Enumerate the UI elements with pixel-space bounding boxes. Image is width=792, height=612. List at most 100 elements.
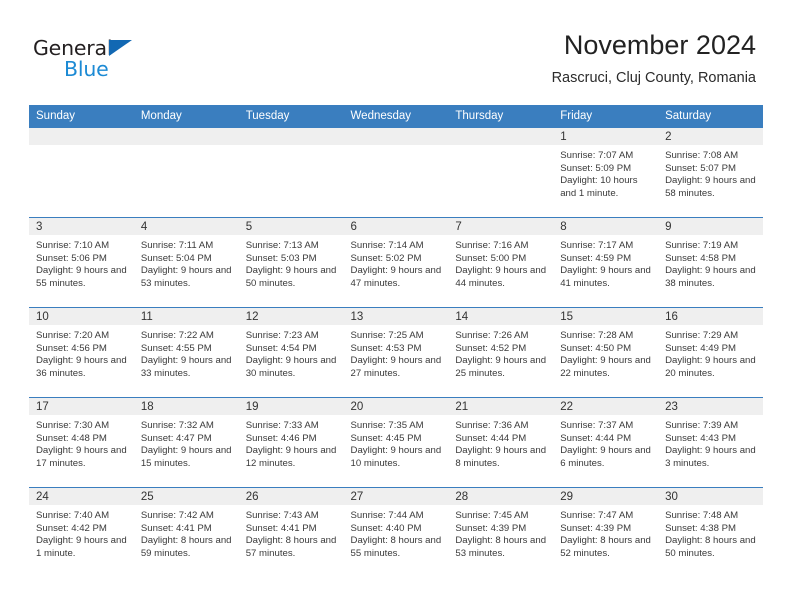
sunset-text: Sunset: 4:58 PM xyxy=(665,252,736,264)
day-cell[interactable]: 27 Sunrise: 7:44 AM Sunset: 4:40 PM Dayligh… xyxy=(343,487,449,578)
sunrise-text: Sunrise: 7:25 AM xyxy=(350,330,424,341)
sunset-text: Sunset: 4:43 PM xyxy=(665,432,736,444)
day-cell[interactable]: 18 Sunrise: 7:32 AM Sunset: 4:47 PM Dayligh… xyxy=(133,397,239,488)
day-cell[interactable]: 6 Sunrise: 7:14 AM Sunset: 5:02 PM Daylight… xyxy=(343,217,449,308)
day-cell[interactable]: 1 Sunrise: 7:07 AM Sunset: 5:09 PM Daylight… xyxy=(553,127,659,218)
day-number: 29 xyxy=(553,488,659,505)
sunset-text: Sunset: 4:52 PM xyxy=(455,342,527,354)
daylight-text: Daylight: 9 hours and 38 minutes. xyxy=(665,265,756,289)
weekday-header-monday: Monday xyxy=(133,105,239,128)
general-blue-logo: General Blue xyxy=(33,36,213,88)
day-cell-empty xyxy=(448,127,554,218)
day-cell[interactable]: 29 Sunrise: 7:47 AM Sunset: 4:39 PM Dayligh… xyxy=(553,487,659,578)
day-details: Sunrise: 7:44 AM Sunset: 4:40 PM Daylight:… xyxy=(344,505,449,560)
day-cell[interactable]: 9 Sunrise: 7:19 AM Sunset: 4:58 PM Daylight… xyxy=(658,217,763,308)
day-cell[interactable]: 12 Sunrise: 7:23 AM Sunset: 4:54 PM Dayligh… xyxy=(238,307,344,398)
day-cell[interactable]: 21 Sunrise: 7:36 AM Sunset: 4:44 PM Dayligh… xyxy=(448,397,554,488)
calendar-week-row: 1 Sunrise: 7:07 AM Sunset: 5:09 PM Daylight… xyxy=(29,127,763,218)
day-cell[interactable]: 15 Sunrise: 7:28 AM Sunset: 4:50 PM Dayligh… xyxy=(553,307,659,398)
sunset-text: Sunset: 4:54 PM xyxy=(245,342,317,354)
day-number: 5 xyxy=(238,218,344,235)
day-number: 15 xyxy=(553,308,659,325)
day-cell[interactable]: 19 Sunrise: 7:33 AM Sunset: 4:46 PM Dayligh… xyxy=(238,397,344,488)
logo-text-blue: Blue xyxy=(64,57,109,81)
day-cell[interactable]: 10 Sunrise: 7:20 AM Sunset: 4:56 PM Dayligh… xyxy=(29,307,134,398)
daylight-text: Daylight: 10 hours and 1 minute. xyxy=(560,175,638,199)
day-details: Sunrise: 7:16 AM Sunset: 5:00 PM Daylight:… xyxy=(448,235,553,290)
daylight-text: Daylight: 9 hours and 12 minutes. xyxy=(245,445,337,469)
daylight-text: Daylight: 9 hours and 27 minutes. xyxy=(350,355,442,379)
day-number: 4 xyxy=(133,218,239,235)
sunrise-text: Sunrise: 7:35 AM xyxy=(350,420,424,431)
day-cell[interactable]: 14 Sunrise: 7:26 AM Sunset: 4:52 PM Dayligh… xyxy=(448,307,554,398)
day-cell[interactable]: 26 Sunrise: 7:43 AM Sunset: 4:41 PM Dayligh… xyxy=(238,487,344,578)
sunset-text: Sunset: 4:49 PM xyxy=(665,342,736,354)
sunrise-text: Sunrise: 7:39 AM xyxy=(665,420,739,431)
weekday-header-thursday: Thursday xyxy=(448,105,554,128)
day-cell[interactable]: 7 Sunrise: 7:16 AM Sunset: 5:00 PM Daylight… xyxy=(448,217,554,308)
day-cell[interactable]: 30 Sunrise: 7:48 AM Sunset: 4:38 PM Dayligh… xyxy=(658,487,763,578)
day-cell[interactable]: 8 Sunrise: 7:17 AM Sunset: 4:59 PM Daylight… xyxy=(553,217,659,308)
day-number: 14 xyxy=(448,308,554,325)
page-header: General Blue November 2024 Rascruci, Clu… xyxy=(0,0,792,104)
day-cell[interactable]: 23 Sunrise: 7:39 AM Sunset: 4:43 PM Dayligh… xyxy=(658,397,763,488)
sunrise-text: Sunrise: 7:07 AM xyxy=(560,150,634,161)
day-number: 8 xyxy=(553,218,659,235)
day-cell[interactable]: 5 Sunrise: 7:13 AM Sunset: 5:03 PM Daylight… xyxy=(238,217,344,308)
sunset-text: Sunset: 4:39 PM xyxy=(560,522,632,534)
calendar-page: General Blue November 2024 Rascruci, Clu… xyxy=(0,0,792,612)
sunrise-text: Sunrise: 7:32 AM xyxy=(140,420,214,431)
day-details: Sunrise: 7:17 AM Sunset: 4:59 PM Daylight:… xyxy=(553,235,658,290)
sunrise-text: Sunrise: 7:10 AM xyxy=(36,240,110,251)
daylight-text: Daylight: 8 hours and 53 minutes. xyxy=(455,535,547,559)
weekday-header-tuesday: Tuesday xyxy=(238,105,344,128)
day-cell[interactable]: 28 Sunrise: 7:45 AM Sunset: 4:39 PM Dayligh… xyxy=(448,487,554,578)
day-number: 22 xyxy=(553,398,659,415)
title-block: November 2024 Rascruci, Cluj County, Rom… xyxy=(552,28,756,87)
day-cell[interactable]: 25 Sunrise: 7:42 AM Sunset: 4:41 PM Dayligh… xyxy=(133,487,239,578)
day-cell[interactable]: 16 Sunrise: 7:29 AM Sunset: 4:49 PM Dayligh… xyxy=(658,307,763,398)
logo-triangle-icon xyxy=(109,40,132,56)
sunrise-text: Sunrise: 7:47 AM xyxy=(560,510,634,521)
day-cell[interactable]: 11 Sunrise: 7:22 AM Sunset: 4:55 PM Dayligh… xyxy=(133,307,239,398)
day-details: Sunrise: 7:35 AM Sunset: 4:45 PM Daylight:… xyxy=(344,415,449,470)
day-cell[interactable]: 2 Sunrise: 7:08 AM Sunset: 5:07 PM Daylight… xyxy=(658,127,763,218)
daylight-text: Daylight: 9 hours and 22 minutes. xyxy=(560,355,651,379)
day-number: 20 xyxy=(343,398,449,415)
day-cell[interactable]: 13 Sunrise: 7:25 AM Sunset: 4:53 PM Dayligh… xyxy=(343,307,449,398)
day-cell[interactable]: 24 Sunrise: 7:40 AM Sunset: 4:42 PM Dayligh… xyxy=(29,487,134,578)
sunrise-text: Sunrise: 7:30 AM xyxy=(36,420,110,431)
day-cell-empty xyxy=(29,127,134,218)
sunrise-text: Sunrise: 7:22 AM xyxy=(140,330,214,341)
sunrise-text: Sunrise: 7:45 AM xyxy=(455,510,529,521)
sunrise-text: Sunrise: 7:40 AM xyxy=(36,510,110,521)
day-number: 11 xyxy=(133,308,239,325)
day-cell[interactable]: 17 Sunrise: 7:30 AM Sunset: 4:48 PM Dayligh… xyxy=(29,397,134,488)
day-details: Sunrise: 7:32 AM Sunset: 4:47 PM Daylight:… xyxy=(134,415,239,470)
day-details: Sunrise: 7:43 AM Sunset: 4:41 PM Daylight:… xyxy=(239,505,344,560)
calendar-body: 1 Sunrise: 7:07 AM Sunset: 5:09 PM Daylight… xyxy=(29,127,763,578)
daylight-text: Daylight: 9 hours and 17 minutes. xyxy=(36,445,127,469)
day-number: 28 xyxy=(448,488,554,505)
calendar-week-row: 17 Sunrise: 7:30 AM Sunset: 4:48 PM Dayligh… xyxy=(29,397,763,488)
daylight-text: Daylight: 9 hours and 25 minutes. xyxy=(455,355,547,379)
day-cell[interactable]: 22 Sunrise: 7:37 AM Sunset: 4:44 PM Dayligh… xyxy=(553,397,659,488)
calendar-week-row: 24 Sunrise: 7:40 AM Sunset: 4:42 PM Dayligh… xyxy=(29,487,763,578)
day-number: 10 xyxy=(29,308,134,325)
day-details: Sunrise: 7:45 AM Sunset: 4:39 PM Daylight:… xyxy=(448,505,553,560)
day-number: 12 xyxy=(238,308,344,325)
weekday-header-sunday: Sunday xyxy=(29,105,134,128)
sunset-text: Sunset: 4:53 PM xyxy=(350,342,422,354)
day-details: Sunrise: 7:30 AM Sunset: 4:48 PM Daylight:… xyxy=(29,415,134,470)
sunset-text: Sunset: 4:41 PM xyxy=(140,522,212,534)
day-cell[interactable]: 4 Sunrise: 7:11 AM Sunset: 5:04 PM Daylight… xyxy=(133,217,239,308)
day-details: Sunrise: 7:14 AM Sunset: 5:02 PM Daylight:… xyxy=(344,235,449,290)
weekday-header-saturday: Saturday xyxy=(658,105,763,128)
daylight-text: Daylight: 9 hours and 33 minutes. xyxy=(140,355,232,379)
day-number xyxy=(238,128,344,145)
sunrise-text: Sunrise: 7:44 AM xyxy=(350,510,424,521)
sunset-text: Sunset: 4:39 PM xyxy=(455,522,527,534)
day-cell[interactable]: 20 Sunrise: 7:35 AM Sunset: 4:45 PM Dayligh… xyxy=(343,397,449,488)
day-cell[interactable]: 3 Sunrise: 7:10 AM Sunset: 5:06 PM Daylight… xyxy=(29,217,134,308)
day-number: 7 xyxy=(448,218,554,235)
